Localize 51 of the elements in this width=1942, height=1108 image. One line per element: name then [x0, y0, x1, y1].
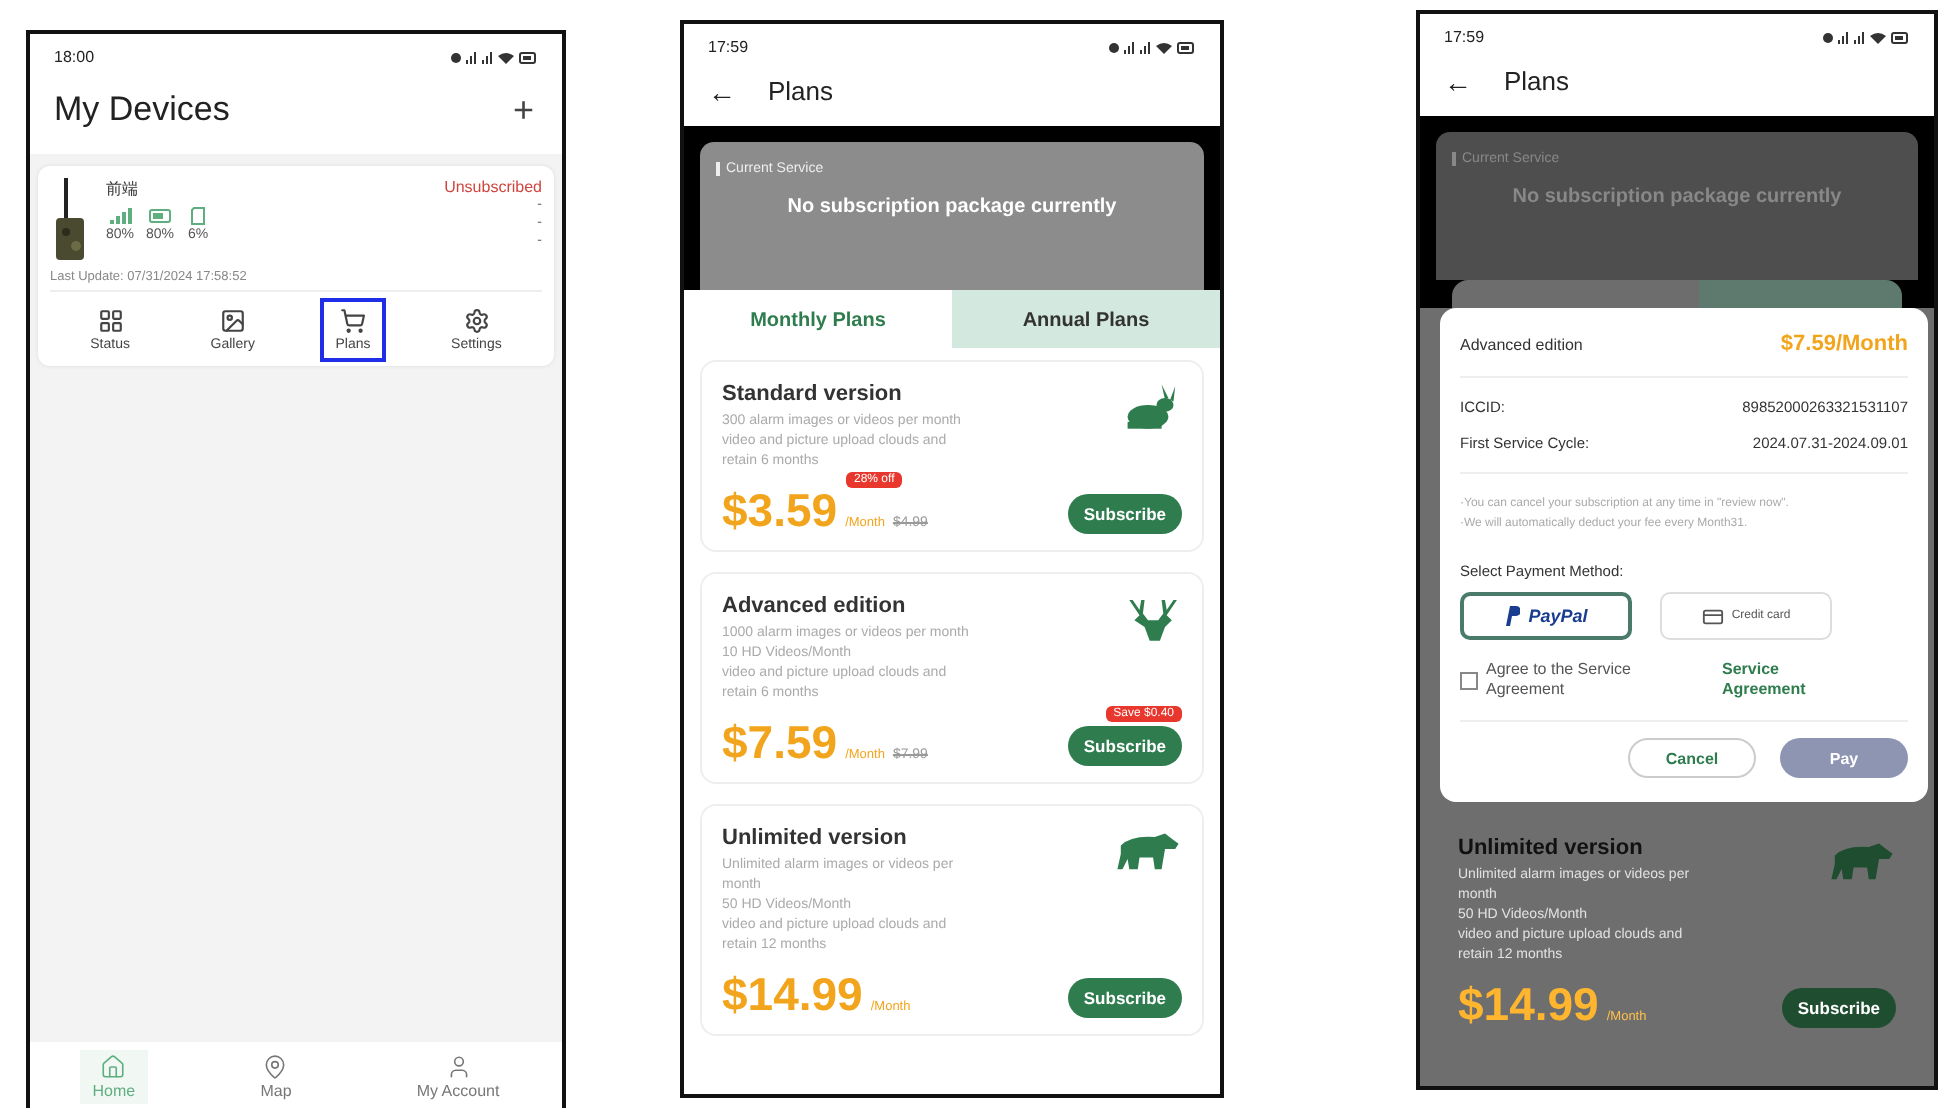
settings-icon: [463, 308, 490, 334]
plan-tab[interactable]: Annual Plans: [952, 290, 1220, 348]
sd-card-icon: [186, 206, 211, 226]
back-button[interactable]: ←: [1444, 67, 1472, 95]
trail-camera-drawing: [50, 178, 90, 262]
nav-tab[interactable]: My Account: [404, 1050, 512, 1104]
subscribe-button[interactable]: Subscribe: [1067, 494, 1182, 534]
page-title: Plans: [768, 76, 834, 106]
add-button[interactable]: +: [508, 92, 538, 128]
battery-icon: [148, 206, 173, 226]
paypal-icon: [1504, 606, 1521, 626]
status-time: 17:59: [1444, 28, 1485, 46]
signal-icon: [108, 206, 132, 226]
plan-price: $7.59: [722, 720, 838, 766]
subscribe-button[interactable]: Subscribe: [1067, 978, 1182, 1018]
page-title: Plans: [1504, 66, 1570, 96]
service-status-text: No subscription package currently: [1510, 186, 1844, 208]
agree-label: Agree to the Service Agreement: [1486, 660, 1633, 700]
plan-name: Unlimited version: [1458, 836, 1645, 860]
page-title: My Devices: [54, 90, 230, 130]
status-time: 17:59: [708, 38, 749, 56]
cancel-button[interactable]: Cancel: [1628, 738, 1756, 778]
nav-tab[interactable]: Map: [248, 1050, 304, 1104]
map-pin-icon: [262, 1054, 289, 1080]
home-icon: [100, 1054, 127, 1080]
status-bar-icons-drawing: [450, 49, 538, 65]
subscribe-button[interactable]: Subscribe: [1781, 988, 1896, 1028]
device-name: 前端: [106, 178, 140, 200]
subscribe-button[interactable]: Subscribe: [1067, 726, 1182, 766]
plan-name: Advanced edition: [1460, 335, 1583, 353]
plan-price: $3.59: [722, 488, 838, 534]
plan-price: $7.59/Month: [1780, 332, 1908, 356]
image-icon: [219, 308, 246, 334]
status-bar-icons-drawing: [1108, 39, 1196, 55]
plan-name: Unlimited version: [722, 826, 909, 850]
status-time: 18:00: [54, 48, 95, 66]
subscription-status: Unsubscribed: [444, 178, 542, 196]
plan-price: $14.99: [1458, 982, 1599, 1028]
payment-method-button[interactable]: PayPal: [1460, 592, 1632, 640]
plan-name: Standard version: [722, 382, 904, 406]
credit-card-icon: [1701, 605, 1724, 627]
plan-price: $14.99: [722, 972, 863, 1018]
status-bar-icons-drawing: [1822, 29, 1910, 45]
back-button[interactable]: ←: [708, 77, 736, 105]
user-icon: [445, 1054, 472, 1080]
cart-icon: [340, 308, 366, 334]
service-status-text: No subscription package currently: [785, 196, 1119, 218]
plan-name: Advanced edition: [722, 594, 908, 618]
agree-checkbox[interactable]: [1460, 671, 1478, 689]
grid-icon: [97, 308, 124, 334]
service-agreement-link[interactable]: Service Agreement: [1722, 660, 1842, 700]
